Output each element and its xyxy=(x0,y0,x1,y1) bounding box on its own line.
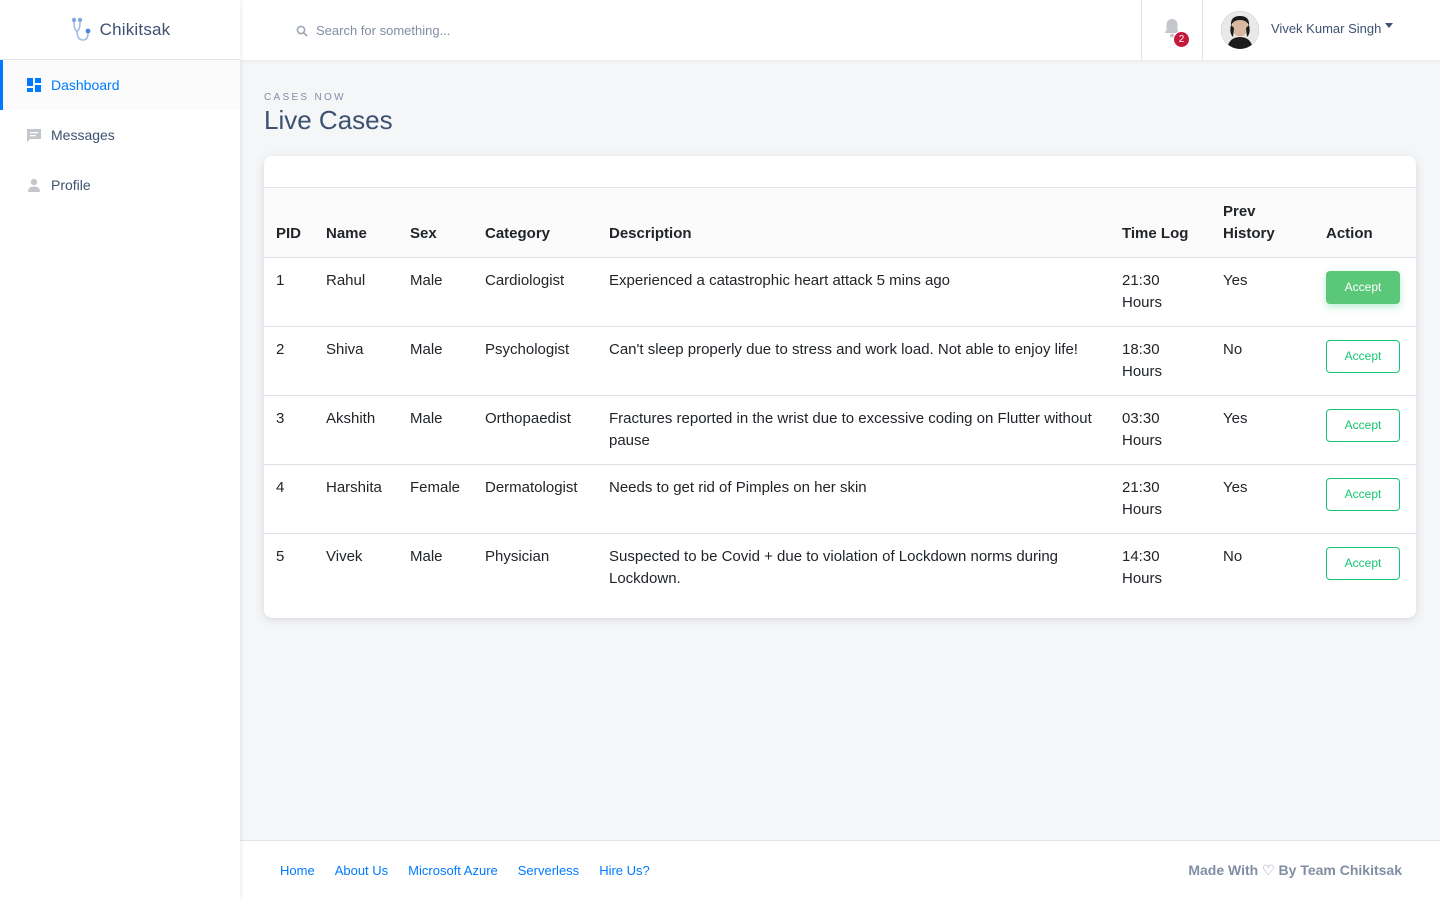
cell-time-log: 21:30 Hours xyxy=(1110,464,1211,534)
column-header-sex: Sex xyxy=(398,188,473,258)
accept-button[interactable]: Accept xyxy=(1326,546,1400,580)
footer-link-about-us[interactable]: About Us xyxy=(335,863,388,878)
cell-time-log: 14:30 Hours xyxy=(1122,547,1163,587)
avatar xyxy=(1221,11,1259,49)
sidebar-item-messages[interactable]: Messages xyxy=(0,110,240,160)
sidebar-item-label: Dashboard xyxy=(51,77,120,93)
brand[interactable]: Chikitsak xyxy=(0,0,240,60)
cell-sex: Male xyxy=(410,547,443,565)
cell-description: Experienced a catastrophic heart attack … xyxy=(597,257,1110,327)
column-header-action: Action xyxy=(1314,188,1416,258)
table-row: 3 Akshith Male Orthopaedist Fractures re… xyxy=(264,395,1416,465)
cell-prev-history: Yes xyxy=(1211,464,1314,534)
cell-prev-history: Yes xyxy=(1211,395,1314,465)
cases-table: PID Name Sex Category Description Time L… xyxy=(264,188,1416,618)
footer: Home About Us Microsoft Azure Serverless… xyxy=(240,840,1440,900)
cases-card: PID Name Sex Category Description Time L… xyxy=(264,156,1416,618)
user-name: Vivek Kumar Singh xyxy=(1271,20,1382,36)
cell-category: Physician xyxy=(485,547,550,565)
caret-down-icon xyxy=(1385,22,1394,28)
cell-pid: 4 xyxy=(264,464,314,534)
stethoscope-logo-icon xyxy=(70,16,92,44)
sidebar: Chikitsak Dashboard Messages Profile xyxy=(0,0,240,900)
cell-action: Accept xyxy=(1314,395,1416,465)
cell-prev-history: No xyxy=(1211,326,1314,396)
footer-credit: Made With ♡ By Team Chikitsak xyxy=(1188,862,1402,878)
search-bar xyxy=(240,0,1141,60)
cell-description: Needs to get rid of Pimples on her skin xyxy=(597,464,1110,534)
cell-description: Fractures reported in the wrist due to e… xyxy=(597,395,1110,465)
table-row: 1 Rahul Male Cardiologist Experienced a … xyxy=(264,257,1416,327)
footer-link-hire-us[interactable]: Hire Us? xyxy=(599,863,650,878)
cell-prev-history: Yes xyxy=(1211,257,1314,327)
cell-sex: Male xyxy=(398,395,473,465)
cell-sex: Male xyxy=(398,326,473,396)
cell-description: Suspected to be Covid + due to violation… xyxy=(609,547,1059,587)
column-header-category: Category xyxy=(473,188,597,258)
cell-action: Accept xyxy=(1314,257,1416,327)
cell-category: Orthopaedist xyxy=(473,395,597,465)
cell-pid: 2 xyxy=(264,326,314,396)
search-icon xyxy=(296,24,308,37)
page-subtitle: CASES NOW xyxy=(264,92,346,103)
card-header xyxy=(264,156,1416,188)
accept-button[interactable]: Accept xyxy=(1326,408,1400,442)
accept-button[interactable]: Accept xyxy=(1326,477,1400,511)
cell-time-log: 21:30 Hours xyxy=(1110,257,1211,327)
person-icon xyxy=(26,177,42,193)
cell-category: Cardiologist xyxy=(473,257,597,327)
sidebar-item-profile[interactable]: Profile xyxy=(0,160,240,210)
cell-pid: 5 xyxy=(276,547,285,565)
notifications-button[interactable]: 2 xyxy=(1141,0,1203,60)
cell-sex: Female xyxy=(398,464,473,534)
brand-name: Chikitsak xyxy=(99,19,171,39)
cell-action: Accept xyxy=(1314,326,1416,396)
cell-name: Rahul xyxy=(314,257,398,327)
cell-name: Shiva xyxy=(314,326,398,396)
cell-prev-history: No xyxy=(1223,547,1243,565)
column-header-name: Name xyxy=(314,188,398,258)
table-row: 4 Harshita Female Dermatologist Needs to… xyxy=(264,464,1416,534)
cell-action: Accept xyxy=(1314,464,1416,534)
sidebar-item-label: Messages xyxy=(51,127,115,143)
cell-name: Vivek xyxy=(326,547,363,565)
cell-pid: 3 xyxy=(264,395,314,465)
footer-link-serverless[interactable]: Serverless xyxy=(518,863,579,878)
cell-name: Akshith xyxy=(314,395,398,465)
footer-link-microsoft-azure[interactable]: Microsoft Azure xyxy=(408,863,498,878)
page-title: Live Cases xyxy=(264,105,393,135)
user-menu[interactable]: Vivek Kumar Singh xyxy=(1203,0,1440,60)
cell-category: Psychologist xyxy=(473,326,597,396)
accept-button[interactable]: Accept xyxy=(1326,339,1400,373)
column-header-pid: PID xyxy=(264,188,314,258)
table-row: 2 Shiva Male Psychologist Can't sleep pr… xyxy=(264,326,1416,396)
topbar: 2 Vivek Kumar Singh xyxy=(240,0,1440,60)
cell-time-log: 18:30 Hours xyxy=(1110,326,1211,396)
dashboard-icon xyxy=(26,77,42,93)
footer-link-home[interactable]: Home xyxy=(280,863,315,878)
notification-count-badge: 2 xyxy=(1173,31,1190,48)
column-header-prev-history: Prev History xyxy=(1211,188,1314,258)
message-icon xyxy=(26,127,42,143)
footer-nav: Home About Us Microsoft Azure Serverless… xyxy=(240,863,650,878)
cell-pid: 1 xyxy=(264,257,314,327)
cell-sex: Male xyxy=(398,257,473,327)
cell-name: Harshita xyxy=(314,464,398,534)
cell-description: Can't sleep properly due to stress and w… xyxy=(597,326,1110,396)
accept-button[interactable]: Accept xyxy=(1326,270,1400,304)
column-header-time-log: Time Log xyxy=(1110,188,1211,258)
cell-category: Dermatologist xyxy=(473,464,597,534)
cell-action: Accept xyxy=(1314,533,1416,618)
table-row: 5 Vivek Male Physician Suspected to be C… xyxy=(264,533,1416,618)
sidebar-item-dashboard[interactable]: Dashboard xyxy=(0,60,240,110)
search-input[interactable] xyxy=(316,22,716,38)
cell-time-log: 03:30 Hours xyxy=(1110,395,1211,465)
table-header-row: PID Name Sex Category Description Time L… xyxy=(264,188,1416,258)
column-header-description: Description xyxy=(597,188,1110,258)
sidebar-item-label: Profile xyxy=(51,177,91,193)
